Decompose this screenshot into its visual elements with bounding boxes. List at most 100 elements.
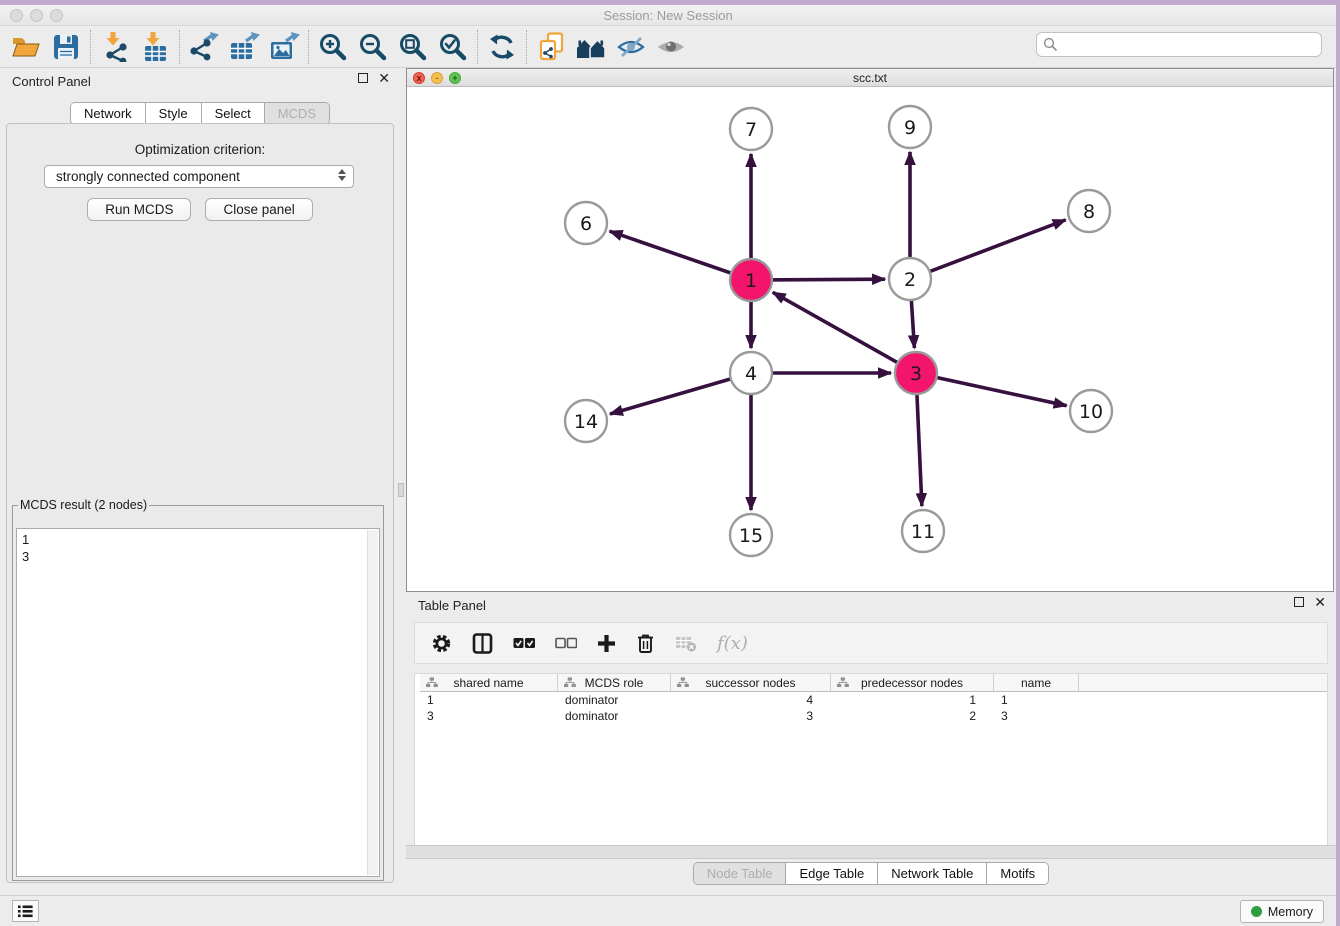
- graph-node-label-15: 15: [739, 525, 763, 547]
- delete-table-button[interactable]: [675, 634, 697, 652]
- mcds-result-list[interactable]: 1 3: [16, 528, 380, 877]
- cyndex-button[interactable]: [571, 29, 611, 65]
- tab-network-table[interactable]: Network Table: [877, 863, 986, 884]
- select-all-icon: [513, 637, 535, 649]
- plus-icon: [597, 634, 616, 653]
- show-panels-button[interactable]: [12, 900, 39, 922]
- network-canvas[interactable]: 1234678910111415: [407, 87, 1333, 591]
- window-titlebar: Session: New Session: [0, 5, 1336, 26]
- save-floppy-icon: [53, 34, 79, 60]
- toolbar-separator: [308, 30, 309, 64]
- close-panel-button[interactable]: Close panel: [205, 198, 312, 221]
- export-table-button[interactable]: [224, 29, 264, 65]
- tab-network[interactable]: Network: [71, 103, 145, 124]
- show-button[interactable]: [651, 29, 691, 65]
- import-network-icon: [100, 32, 130, 62]
- graph-edge-3-1[interactable]: [773, 292, 916, 373]
- table-cell: 4: [671, 692, 831, 708]
- tab-style[interactable]: Style: [145, 103, 201, 124]
- column-header-name[interactable]: name: [994, 674, 1079, 691]
- function-builder-button[interactable]: f(x): [717, 633, 748, 654]
- column-header-successor-nodes[interactable]: successor nodes: [671, 674, 831, 691]
- graph-node-label-2: 2: [904, 269, 916, 291]
- result-scrollbar[interactable]: [367, 530, 378, 875]
- network-window-titlebar[interactable]: x - + scc.txt: [407, 69, 1333, 87]
- table-cell: 3: [994, 708, 1079, 724]
- tab-node-table[interactable]: Node Table: [694, 863, 786, 884]
- table-row[interactable]: 3dominator323: [420, 708, 1327, 724]
- memory-status-icon: [1251, 906, 1262, 917]
- criterion-select[interactable]: strongly connected component: [44, 165, 354, 188]
- search-field[interactable]: [1036, 32, 1322, 57]
- zoom-fit-button[interactable]: [393, 29, 433, 65]
- column-header-MCDS-role[interactable]: MCDS role: [558, 674, 671, 691]
- save-session-button[interactable]: [46, 29, 86, 65]
- toolbar-separator: [179, 30, 180, 64]
- table-panel-divider: [406, 845, 1336, 859]
- control-panel: Control Panel ✕ NetworkStyleSelectMCDS O…: [0, 68, 400, 895]
- graph-node-label-6: 6: [580, 213, 592, 235]
- apply-layout-button[interactable]: [482, 29, 522, 65]
- select-stepper-icon: [338, 169, 346, 181]
- eye-slash-icon: [616, 35, 646, 59]
- table-toolbar: f(x): [414, 622, 1328, 664]
- graph-node-label-8: 8: [1083, 201, 1095, 223]
- tab-mcds[interactable]: MCDS: [264, 103, 329, 124]
- graph-edge-1-6[interactable]: [610, 231, 751, 280]
- table-cell: dominator: [558, 708, 671, 724]
- close-panel-icon[interactable]: ✕: [378, 73, 390, 83]
- export-network-button[interactable]: [184, 29, 224, 65]
- window-title: Session: New Session: [0, 8, 1336, 23]
- graph-node-label-10: 10: [1079, 401, 1103, 423]
- app-window: Session: New Session: [0, 5, 1336, 926]
- add-column-button[interactable]: [597, 634, 616, 653]
- run-mcds-button[interactable]: Run MCDS: [87, 198, 191, 221]
- import-network-button[interactable]: [95, 29, 135, 65]
- deselect-all-button[interactable]: [555, 637, 577, 649]
- zoom-in-button[interactable]: [313, 29, 353, 65]
- search-input[interactable]: [1058, 37, 1321, 52]
- table-options-button[interactable]: [431, 633, 452, 654]
- show-columns-button[interactable]: [472, 633, 493, 654]
- mcds-result-fieldset: MCDS result (2 nodes) 1 3: [12, 498, 384, 881]
- select-all-button[interactable]: [513, 637, 535, 649]
- tab-motifs[interactable]: Motifs: [986, 863, 1048, 884]
- zoom-out-icon: [358, 32, 388, 62]
- export-image-button[interactable]: [264, 29, 304, 65]
- graph-node-label-14: 14: [574, 411, 598, 433]
- import-table-button[interactable]: [135, 29, 175, 65]
- column-header-predecessor-nodes[interactable]: predecessor nodes: [831, 674, 994, 691]
- graph-edge-2-8[interactable]: [910, 220, 1066, 279]
- vertical-splitter-grip[interactable]: [398, 483, 404, 497]
- network-window-title: scc.txt: [407, 71, 1333, 85]
- main-toolbar: [0, 26, 1336, 68]
- gear-icon: [431, 633, 452, 654]
- zoom-selected-button[interactable]: [433, 29, 473, 65]
- graph-edge-3-10[interactable]: [916, 373, 1067, 406]
- close-table-panel-icon[interactable]: ✕: [1314, 597, 1326, 607]
- toolbar-separator: [526, 30, 527, 64]
- first-neighbors-button[interactable]: [531, 29, 571, 65]
- export-image-icon: [268, 32, 300, 62]
- export-table-icon: [228, 32, 260, 62]
- zoom-out-button[interactable]: [353, 29, 393, 65]
- open-session-button[interactable]: [6, 29, 46, 65]
- delete-column-button[interactable]: [636, 633, 655, 654]
- graph-node-label-9: 9: [904, 117, 916, 139]
- memory-label: Memory: [1268, 905, 1313, 919]
- table-header-row: shared nameMCDS rolesuccessor nodesprede…: [420, 674, 1327, 692]
- float-panel-icon[interactable]: [358, 73, 368, 83]
- status-bar: Memory: [0, 895, 1336, 926]
- control-panel-title: Control Panel: [12, 74, 91, 89]
- mcds-result-title: MCDS result (2 nodes): [18, 498, 149, 512]
- tab-edge-table[interactable]: Edge Table: [785, 863, 877, 884]
- table-panel-tabs: Node TableEdge TableNetwork TableMotifs: [693, 862, 1049, 885]
- column-header-shared-name[interactable]: shared name: [420, 674, 558, 691]
- control-panel-header: Control Panel ✕: [0, 68, 400, 94]
- table-row[interactable]: 1dominator411: [420, 692, 1327, 708]
- tab-select[interactable]: Select: [201, 103, 264, 124]
- hide-button[interactable]: [611, 29, 651, 65]
- memory-button[interactable]: Memory: [1240, 900, 1324, 923]
- table-cell: 3: [420, 708, 558, 724]
- float-table-panel-icon[interactable]: [1294, 597, 1304, 607]
